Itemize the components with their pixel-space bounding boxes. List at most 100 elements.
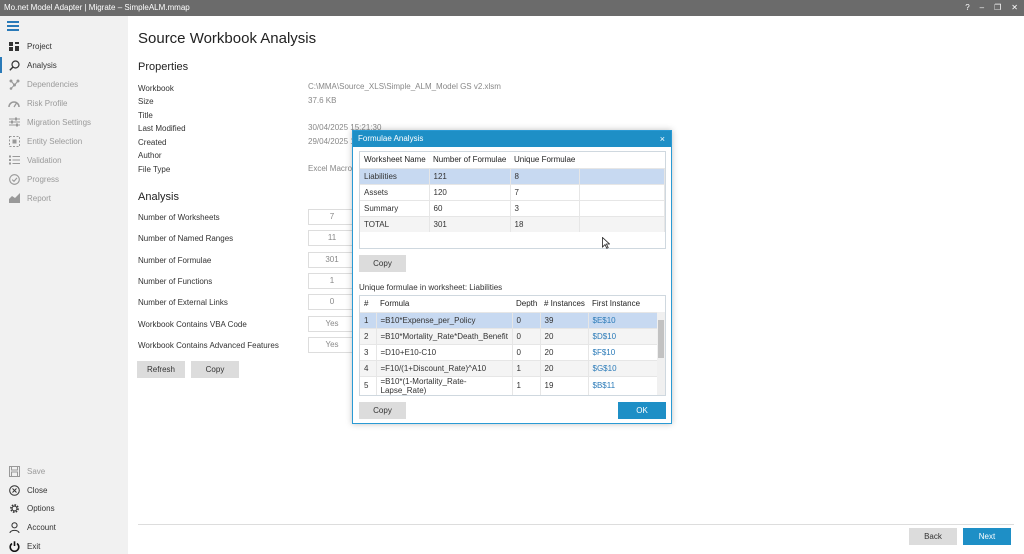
next-button[interactable]: Next — [963, 528, 1011, 545]
sidebar-item-analysis[interactable]: Analysis — [0, 56, 128, 74]
column-header[interactable]: Depth — [512, 296, 540, 312]
table-cell: 0 — [512, 311, 541, 328]
table-row[interactable]: 3 =D10+E10-C10 0 20 $F$10 — [360, 343, 665, 360]
ok-button[interactable]: OK — [618, 402, 666, 419]
table-row[interactable]: Assets 120 7 — [360, 183, 665, 200]
table-cell — [579, 167, 665, 184]
table-cell: 120 — [429, 183, 511, 200]
project-icon — [8, 40, 20, 52]
table-row[interactable]: TOTAL 301 18 — [360, 215, 665, 232]
table-cell: 3 — [360, 343, 377, 360]
sidebar-item-project[interactable]: Project — [0, 37, 128, 55]
copy-button[interactable]: Copy — [191, 361, 239, 378]
analysis-label: Workbook Contains VBA Code — [138, 320, 247, 329]
sidebar-item-label: Report — [27, 193, 52, 203]
sidebar-item-label: Progress — [27, 174, 60, 184]
first-instance-link[interactable]: $E$10 — [588, 311, 665, 328]
scrollbar-thumb[interactable] — [658, 320, 664, 358]
footer-divider — [138, 524, 1014, 525]
table-row[interactable]: 1 =B10*Expense_per_Policy 0 39 $E$10 — [360, 311, 665, 328]
analysis-value: 0 — [308, 294, 356, 310]
first-instance-link[interactable]: $F$10 — [588, 343, 665, 360]
summary-copy-button[interactable]: Copy — [359, 255, 406, 272]
table-cell: 2 — [360, 327, 377, 344]
first-instance-link[interactable]: $G$10 — [588, 359, 665, 376]
sidebar-item-label: Analysis — [27, 60, 57, 70]
table-cell: 4 — [360, 359, 377, 376]
sidebar-item-label: Dependencies — [27, 79, 79, 89]
first-instance-link[interactable]: $B$11 — [588, 375, 665, 395]
analysis-label: Number of External Links — [138, 298, 228, 307]
table-row[interactable]: 5 =B10*(1-Mortality_Rate-Lapse_Rate) 1 1… — [360, 375, 665, 395]
first-instance-link[interactable]: $D$10 — [588, 327, 665, 344]
table-cell: 121 — [429, 167, 511, 184]
property-label: Workbook — [138, 84, 174, 93]
analysis-label: Number of Named Ranges — [138, 234, 234, 243]
sidebar-item-exit[interactable]: Exit — [0, 537, 128, 554]
minimize-button[interactable]: – — [980, 0, 984, 16]
table-header-row: Worksheet Name Number of Formulae Unique… — [360, 152, 665, 168]
column-header[interactable]: Worksheet Name — [360, 152, 429, 168]
dialog-close-icon[interactable]: × — [660, 131, 665, 147]
user-icon — [8, 521, 20, 533]
sidebar-item-validation[interactable]: Validation — [0, 151, 128, 169]
property-value: C:\MMA\Source_XLS\Simple_ALM_Model GS v2… — [308, 82, 501, 91]
table-cell — [579, 183, 665, 200]
sidebar-item-close[interactable]: Close — [0, 481, 128, 499]
column-header[interactable]: Number of Formulae — [429, 152, 510, 168]
table-cell: =F10/(1+Discount_Rate)^A10 — [376, 359, 513, 376]
column-header[interactable]: # Instances — [540, 296, 588, 312]
column-header[interactable]: First Instance — [588, 296, 665, 312]
hamburger-menu-icon[interactable] — [7, 21, 19, 31]
sidebar-item-label: Close — [27, 485, 48, 495]
property-label: Last Modified — [138, 124, 186, 133]
property-label: Title — [138, 111, 153, 120]
sidebar-item-save[interactable]: Save — [0, 462, 128, 480]
sidebar-item-dependencies[interactable]: Dependencies — [0, 75, 128, 93]
sidebar-item-migration-settings[interactable]: Migration Settings — [0, 113, 128, 131]
column-header — [579, 152, 665, 168]
sidebar-item-progress[interactable]: Progress — [0, 170, 128, 188]
window-title: Mo.net Model Adapter | Migrate – SimpleA… — [4, 3, 190, 12]
sidebar-item-report[interactable]: Report — [0, 189, 128, 207]
formulae-copy-button[interactable]: Copy — [359, 402, 406, 419]
vertical-scrollbar[interactable] — [657, 312, 665, 395]
maximize-button[interactable]: ❐ — [994, 0, 1001, 16]
table-row[interactable]: 2 =B10*Mortality_Rate*Death_Benefit 0 20… — [360, 327, 665, 344]
table-cell: 18 — [510, 215, 580, 232]
property-value: 29/04/2025 1 — [308, 137, 355, 146]
table-cell: =D10+E10-C10 — [376, 343, 513, 360]
analysis-label: Number of Formulae — [138, 256, 212, 265]
formulae-analysis-dialog: Formulae Analysis × Worksheet Name Numbe… — [352, 130, 672, 424]
close-window-button[interactable]: ✕ — [1011, 0, 1018, 16]
table-cell: 8 — [510, 167, 580, 184]
property-label: File Type — [138, 165, 171, 174]
table-row[interactable]: 4 =F10/(1+Discount_Rate)^A10 1 20 $G$10 — [360, 359, 665, 376]
column-header[interactable]: Unique Formulae — [510, 152, 579, 168]
title-bar: Mo.net Model Adapter | Migrate – SimpleA… — [0, 0, 1024, 16]
analysis-value: 11 — [308, 230, 356, 246]
gear-icon — [8, 502, 20, 514]
sidebar-item-risk-profile[interactable]: Risk Profile — [0, 94, 128, 112]
analysis-value: 301 — [308, 252, 356, 268]
sidebar-item-entity-selection[interactable]: Entity Selection — [0, 132, 128, 150]
gauge-icon — [8, 97, 20, 109]
dependencies-icon — [8, 78, 20, 90]
sidebar-item-account[interactable]: Account — [0, 518, 128, 536]
table-row[interactable]: Summary 60 3 — [360, 199, 665, 216]
back-button[interactable]: Back — [909, 528, 957, 545]
column-header[interactable]: Formula — [376, 296, 512, 312]
property-value: 37.6 KB — [308, 96, 337, 105]
sidebar: Project Analysis Dependencies Risk Profi… — [0, 16, 128, 554]
unique-formulae-label: Unique formulae in worksheet: Liabilitie… — [359, 283, 503, 292]
help-button[interactable]: ? — [965, 0, 969, 16]
sidebar-item-label: Migration Settings — [27, 117, 92, 127]
sidebar-item-options[interactable]: Options — [0, 499, 128, 517]
properties-heading: Properties — [138, 61, 189, 73]
analysis-value: 7 — [308, 209, 356, 225]
table-row[interactable]: Liabilities 121 8 — [360, 167, 665, 184]
refresh-button[interactable]: Refresh — [137, 361, 185, 378]
analysis-label: Workbook Contains Advanced Features — [138, 341, 279, 350]
table-cell: TOTAL — [360, 215, 430, 232]
column-header[interactable]: # — [360, 296, 376, 312]
